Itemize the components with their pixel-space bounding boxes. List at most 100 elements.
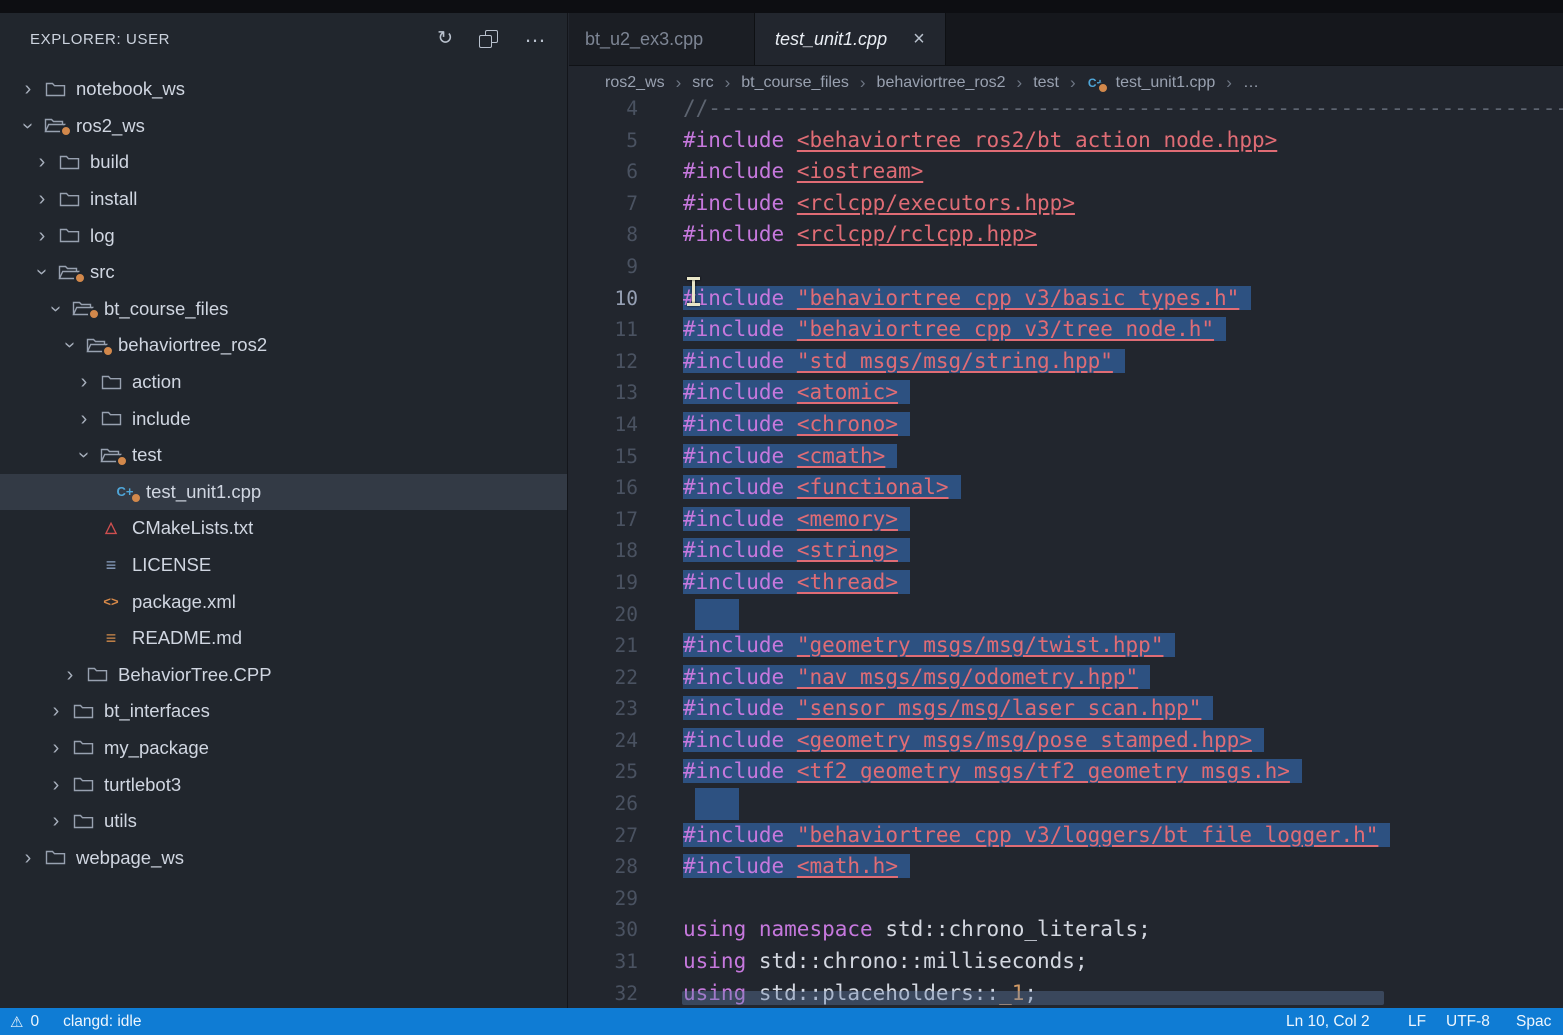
tree-folder-webpage_ws[interactable]: ›webpage_ws xyxy=(0,839,567,876)
tree-folder-bt_interfaces[interactable]: ›bt_interfaces xyxy=(0,693,567,730)
token-keyword: #include xyxy=(683,286,784,310)
chevron-down-icon[interactable]: › xyxy=(32,258,52,286)
code-text: #include <math.h> xyxy=(683,851,910,883)
code-line-12[interactable]: 12#include "std_msgs/msg/string.hpp" xyxy=(569,346,1563,378)
code-line-23[interactable]: 23#include "sensor_msgs/msg/laser_scan.h… xyxy=(569,693,1563,725)
code-line-8[interactable]: 8#include <rclcpp/rclcpp.hpp> xyxy=(569,219,1563,251)
indentation-indicator[interactable]: Spac xyxy=(1516,1008,1551,1035)
breadcrumb-item-ros2_ws[interactable]: ros2_ws xyxy=(605,74,665,92)
tree-item-label: behaviortree_ros2 xyxy=(118,334,267,356)
chevron-down-icon[interactable]: › xyxy=(74,441,94,469)
tree-folder-test[interactable]: ›test xyxy=(0,437,567,474)
chevron-right-icon[interactable]: › xyxy=(42,775,70,795)
code-line-30[interactable]: 30using namespace std::chrono_literals; xyxy=(569,914,1563,946)
selection-highlight: #include <string> xyxy=(683,538,910,562)
line-number: 25 xyxy=(569,756,638,788)
code-line-5[interactable]: 5#include <behaviortree_ros2/bt_action_n… xyxy=(569,125,1563,157)
tree-folder-src[interactable]: ›src xyxy=(0,254,567,291)
tree-folder-include[interactable]: ›include xyxy=(0,400,567,437)
code-text: #include "behaviortree_cpp_v3/loggers/bt… xyxy=(683,820,1390,852)
code-line-21[interactable]: 21#include "geometry_msgs/msg/twist.hpp" xyxy=(569,630,1563,662)
code-line-29[interactable]: 29 xyxy=(569,883,1563,915)
tab-test_unit1-cpp[interactable]: test_unit1.cpp × xyxy=(755,13,946,65)
code-line-11[interactable]: 11#include "behaviortree_cpp_v3/tree_nod… xyxy=(569,314,1563,346)
tree-folder-behaviortree.cpp[interactable]: ›BehaviorTree.CPP xyxy=(0,657,567,694)
tree-file-test_unit1.cpp[interactable]: C+test_unit1.cpp xyxy=(0,474,567,511)
tree-folder-build[interactable]: ›build xyxy=(0,144,567,181)
tree-folder-utils[interactable]: ›utils xyxy=(0,803,567,840)
code-line-4[interactable]: 4//-------------------------------------… xyxy=(569,93,1563,125)
code-line-28[interactable]: 28#include <math.h> xyxy=(569,851,1563,883)
horizontal-scrollbar[interactable] xyxy=(682,991,1384,1005)
code-line-7[interactable]: 7#include <rclcpp/executors.hpp> xyxy=(569,188,1563,220)
chevron-right-icon[interactable]: › xyxy=(28,189,56,209)
close-tab-icon[interactable]: × xyxy=(913,28,925,51)
breadcrumb-item-src[interactable]: src xyxy=(692,74,713,92)
tree-folder-turtlebot3[interactable]: ›turtlebot3 xyxy=(0,766,567,803)
token-include-path: <thread> xyxy=(797,570,898,594)
tree-folder-action[interactable]: ›action xyxy=(0,364,567,401)
code-line-18[interactable]: 18 #include <string> xyxy=(569,535,1563,567)
breadcrumb-item-behaviortree_ros2[interactable]: behaviortree_ros2 xyxy=(877,74,1006,92)
tree-file-license[interactable]: ≡LICENSE xyxy=(0,547,567,584)
line-number: 18 xyxy=(569,535,638,567)
code-line-17[interactable]: 17#include <memory> xyxy=(569,504,1563,536)
eol-indicator[interactable]: LF xyxy=(1408,1008,1426,1035)
breadcrumb-item-test[interactable]: test xyxy=(1033,74,1059,92)
more-actions-icon[interactable]: … xyxy=(524,26,547,44)
breadcrumb-item-bt_course_files[interactable]: bt_course_files xyxy=(741,74,849,92)
chevron-right-icon[interactable]: › xyxy=(28,152,56,172)
chevron-right-icon[interactable]: › xyxy=(28,226,56,246)
tree-folder-bt_course_files[interactable]: ›bt_course_files xyxy=(0,291,567,328)
tree-folder-behaviortree_ros2[interactable]: › behaviortree_ros2 xyxy=(0,327,567,364)
code-line-22[interactable]: 22#include "nav_msgs/msg/odometry.hpp" xyxy=(569,662,1563,694)
code-line-26[interactable]: 26 xyxy=(569,788,1563,820)
refresh-explorer-icon[interactable]: ↻ xyxy=(437,30,453,48)
code-line-31[interactable]: 31using std::chrono::milliseconds; xyxy=(569,946,1563,978)
token-include-path: "behaviortree_cpp_v3/basic_types.h" xyxy=(797,286,1240,310)
problems-indicator[interactable]: ⚠ 0 xyxy=(10,1013,39,1031)
chevron-right-icon[interactable]: › xyxy=(70,409,98,429)
code-line-25[interactable]: 25#include <tf2_geometry_msgs/tf2_geomet… xyxy=(569,756,1563,788)
code-line-19[interactable]: 19#include <thread> xyxy=(569,567,1563,599)
chevron-right-icon[interactable]: › xyxy=(14,79,42,99)
code-line-16[interactable]: 16#include <functional> xyxy=(569,472,1563,504)
tree-folder-install[interactable]: ›install xyxy=(0,181,567,218)
chevron-right-icon[interactable]: › xyxy=(14,848,42,868)
code-editor[interactable]: 4//-------------------------------------… xyxy=(569,93,1563,1008)
tab-bt_u2_ex3-cpp[interactable]: bt_u2_ex3.cpp xyxy=(569,13,755,65)
tree-folder-my_package[interactable]: ›my_package xyxy=(0,730,567,767)
tree-folder-log[interactable]: ›log xyxy=(0,217,567,254)
code-line-6[interactable]: 6#include <iostream> xyxy=(569,156,1563,188)
chevron-right-icon[interactable]: › xyxy=(42,701,70,721)
token-text: std::chrono_literals; xyxy=(873,917,1151,941)
chevron-right-icon[interactable]: › xyxy=(56,665,84,685)
clangd-status[interactable]: clangd: idle xyxy=(63,1013,141,1031)
chevron-right-icon[interactable]: › xyxy=(42,738,70,758)
chevron-right-icon[interactable]: › xyxy=(42,811,70,831)
tree-file-package.xml[interactable]: <>package.xml xyxy=(0,583,567,620)
token-keyword: #include xyxy=(683,728,784,752)
chevron-down-icon[interactable]: › xyxy=(60,331,80,359)
tree-folder-notebook_ws[interactable]: ›notebook_ws xyxy=(0,71,567,108)
window-top-edge xyxy=(0,0,1563,13)
collapse-folders-icon[interactable] xyxy=(479,30,498,49)
code-line-9[interactable]: 9 xyxy=(569,251,1563,283)
tree-folder-ros2_ws[interactable]: ›ros2_ws xyxy=(0,108,567,145)
chevron-down-icon[interactable]: › xyxy=(46,295,66,323)
code-line-15[interactable]: 15#include <cmath> xyxy=(569,441,1563,473)
code-line-24[interactable]: 24#include <geometry_msgs/msg/pose_stamp… xyxy=(569,725,1563,757)
chevron-down-icon[interactable]: › xyxy=(18,112,38,140)
tree-file-readme.md[interactable]: ≡README.md xyxy=(0,620,567,657)
code-line-27[interactable]: 27#include "behaviortree_cpp_v3/loggers/… xyxy=(569,820,1563,852)
code-line-10[interactable]: 10#include "behaviortree_cpp_v3/basic_ty… xyxy=(569,283,1563,315)
breadcrumb-item-test_unit1.cpp[interactable]: test_unit1.cpp xyxy=(1116,74,1216,92)
code-line-14[interactable]: 14#include <chrono> xyxy=(569,409,1563,441)
code-line-20[interactable]: 20 xyxy=(569,599,1563,631)
cursor-position-indicator[interactable]: Ln 10, Col 2 xyxy=(1286,1008,1370,1035)
encoding-indicator[interactable]: UTF-8 xyxy=(1446,1008,1490,1035)
breadcrumb-item--[interactable]: … xyxy=(1243,74,1259,92)
chevron-right-icon[interactable]: › xyxy=(70,372,98,392)
code-line-13[interactable]: 13#include <atomic> xyxy=(569,377,1563,409)
tree-file-cmakelists.txt[interactable]: △CMakeLists.txt xyxy=(0,510,567,547)
